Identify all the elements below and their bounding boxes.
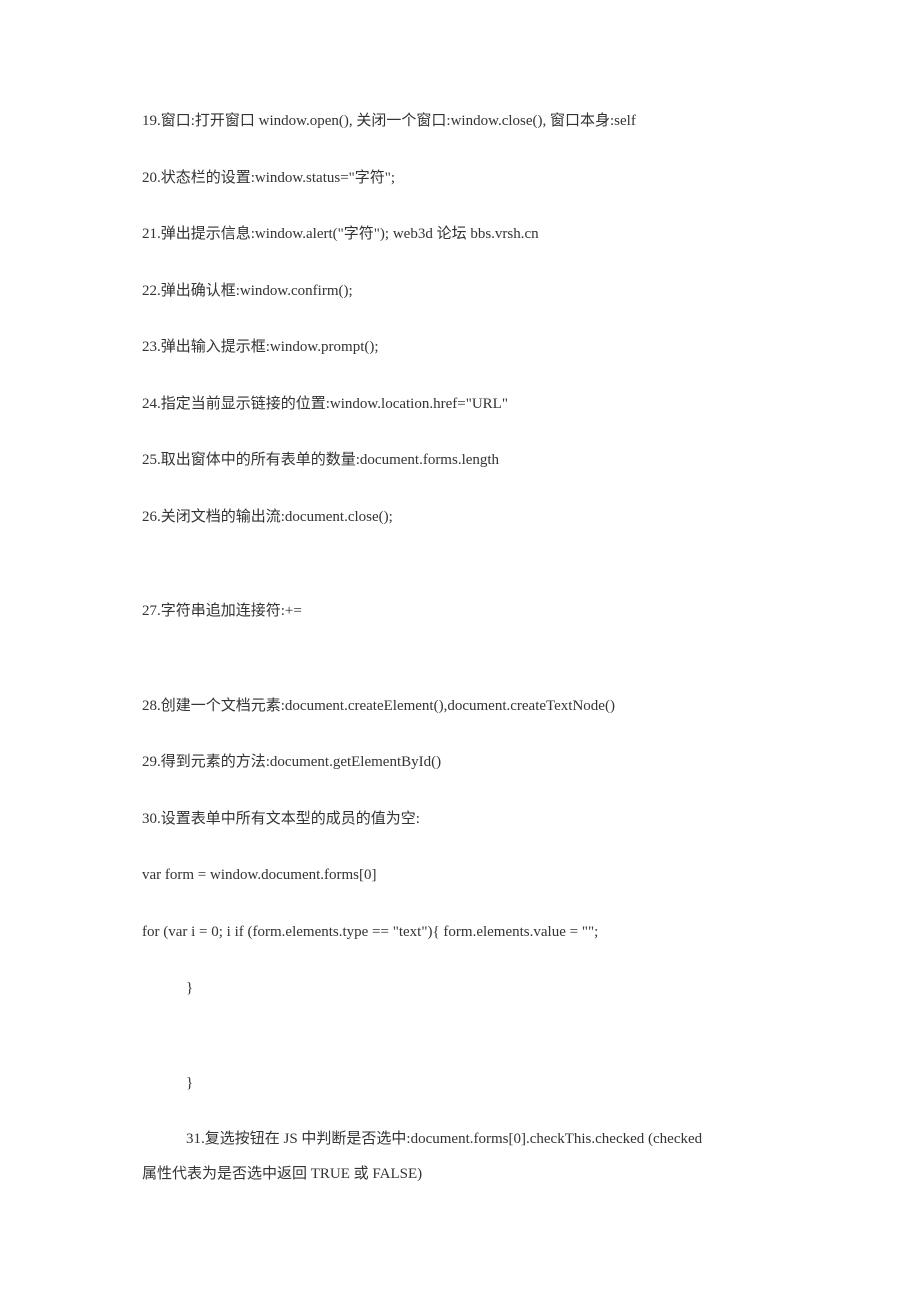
line-30-code-d: } (142, 1072, 778, 1095)
line-30-code-c: } (142, 977, 778, 1000)
line-27: 27.字符串追加连接符:+= (142, 600, 778, 623)
line-20: 20.状态栏的设置:window.status="字符"; (142, 167, 778, 190)
line-21: 21.弹出提示信息:window.alert("字符"); web3d 论坛 b… (142, 223, 778, 246)
line-31a: 31.复选按钮在 JS 中判断是否选中:document.forms[0].ch… (142, 1128, 778, 1151)
line-23: 23.弹出输入提示框:window.prompt(); (142, 336, 778, 359)
line-30-code-a: var form = window.document.forms[0] (142, 864, 778, 887)
line-29: 29.得到元素的方法:document.getElementById() (142, 751, 778, 774)
line-25: 25.取出窗体中的所有表单的数量:document.forms.length (142, 449, 778, 472)
line-30-code-b: for (var i = 0; i if (form.elements.type… (142, 921, 778, 944)
line-31b: 属性代表为是否选中返回 TRUE 或 FALSE) (142, 1163, 778, 1186)
line-30: 30.设置表单中所有文本型的成员的值为空: (142, 808, 778, 831)
line-22: 22.弹出确认框:window.confirm(); (142, 280, 778, 303)
line-24: 24.指定当前显示链接的位置:window.location.href="URL… (142, 393, 778, 416)
line-28: 28.创建一个文档元素:document.createElement(),doc… (142, 695, 778, 718)
line-26: 26.关闭文档的输出流:document.close(); (142, 506, 778, 529)
line-19: 19.窗口:打开窗口 window.open(), 关闭一个窗口:window.… (142, 110, 778, 133)
